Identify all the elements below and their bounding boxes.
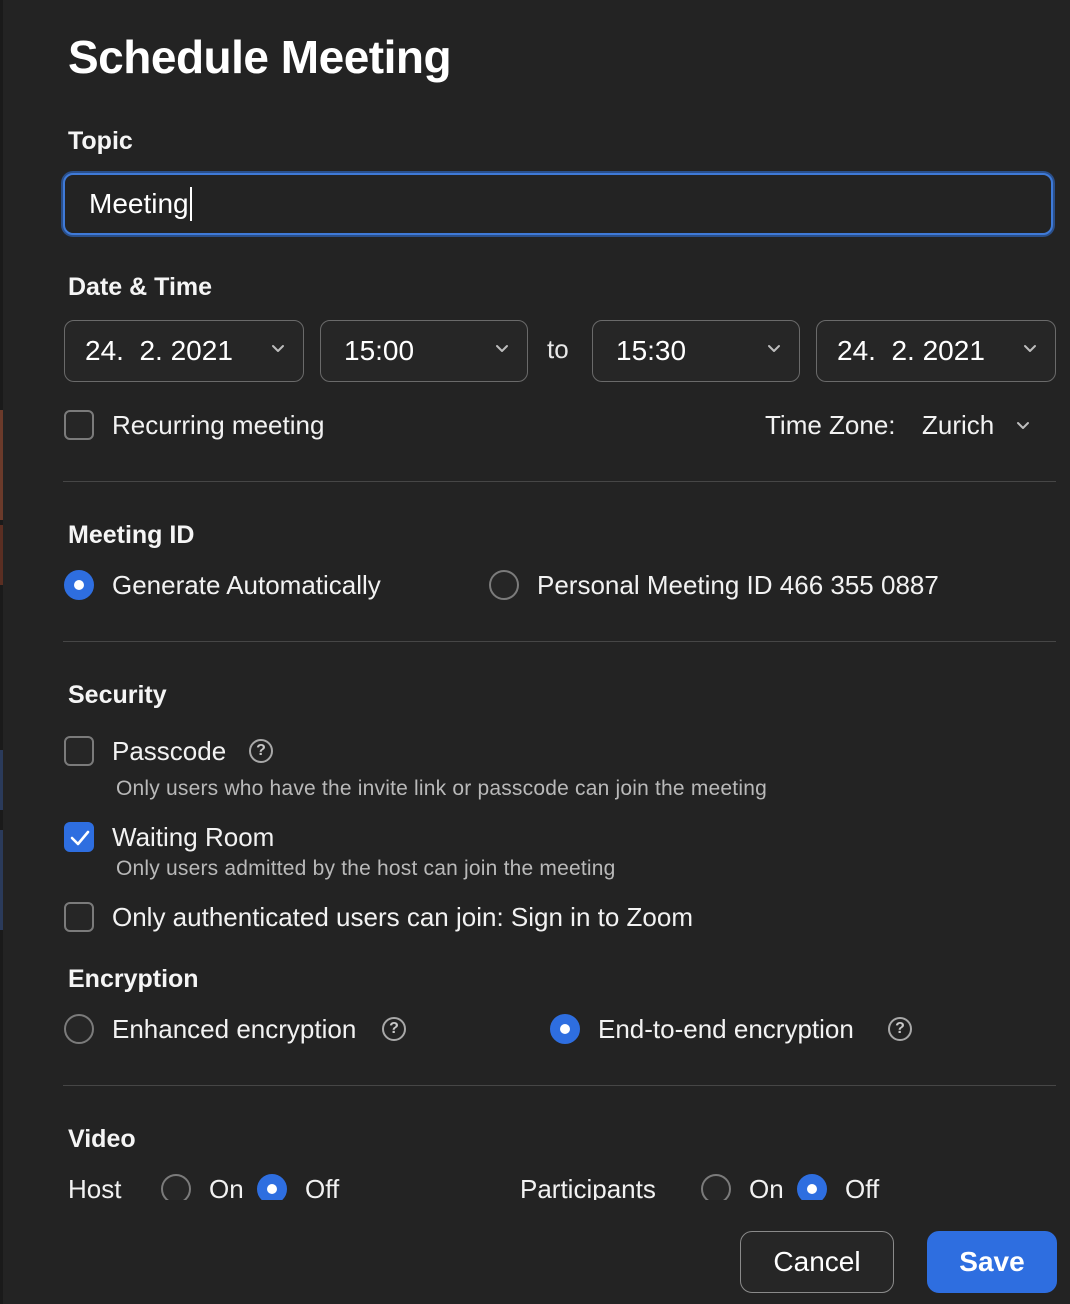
end-time-dropdown[interactable]: 15:30: [592, 320, 800, 382]
participants-video-on-radio[interactable]: [701, 1174, 731, 1200]
background-window-strip: [0, 830, 3, 930]
to-label: to: [547, 334, 569, 364]
start-date-dropdown[interactable]: 24. 2. 2021: [64, 320, 304, 382]
page-title: Schedule Meeting: [68, 31, 452, 83]
save-button[interactable]: Save: [927, 1231, 1057, 1293]
end-to-end-encryption-radio[interactable]: [550, 1014, 580, 1044]
end-time-value: 15:30: [616, 335, 687, 366]
timezone-dropdown[interactable]: Zurich: [922, 410, 994, 441]
participants-video-label: Participants: [520, 1174, 656, 1200]
enhanced-encryption-radio[interactable]: [64, 1014, 94, 1044]
security-label: Security: [68, 681, 167, 709]
generate-automatically-radio[interactable]: [64, 570, 94, 600]
host-video-off-label: Off: [305, 1174, 340, 1200]
enhanced-encryption-label: Enhanced encryption: [112, 1014, 357, 1044]
authenticated-users-checkbox[interactable]: [64, 902, 94, 932]
background-window-strip: [0, 525, 3, 585]
background-window-strip: [0, 750, 3, 810]
video-label: Video: [68, 1125, 136, 1153]
help-circle-icon[interactable]: ?: [249, 739, 273, 763]
passcode-checkbox[interactable]: [64, 736, 94, 766]
passcode-label: Passcode: [112, 736, 227, 766]
checkmark-icon: [70, 830, 90, 846]
date-time-label: Date & Time: [68, 273, 213, 301]
host-video-label: Host: [68, 1174, 122, 1200]
personal-meeting-id-radio[interactable]: [489, 570, 519, 600]
participants-video-off-radio[interactable]: [797, 1174, 827, 1200]
topic-label: Topic: [68, 127, 133, 155]
authenticated-users-label: Only authenticated users can join: Sign …: [112, 902, 693, 932]
timezone-value: Zurich: [922, 410, 995, 440]
host-video-on-radio[interactable]: [161, 1174, 191, 1200]
topic-input[interactable]: Meeting: [63, 173, 1053, 235]
chevron-down-icon: [271, 341, 285, 355]
generate-automatically-label: Generate Automatically: [112, 570, 381, 600]
meeting-id-label: Meeting ID: [68, 521, 195, 549]
video-options-row: Host On Off Participants On Off: [0, 1160, 1070, 1200]
chevron-down-icon: [767, 341, 781, 355]
chevron-down-icon: [1016, 418, 1030, 437]
recurring-meeting-checkbox[interactable]: [64, 410, 94, 440]
passcode-help-text: Only users who have the invite link or p…: [116, 777, 767, 800]
window-left-edge: [0, 0, 3, 1304]
end-date-value: 24. 2. 2021: [837, 335, 985, 366]
schedule-meeting-window: Schedule Meeting Topic Meeting Date & Ti…: [0, 0, 1070, 1304]
divider: [63, 481, 1056, 482]
start-time-dropdown[interactable]: 15:00: [320, 320, 528, 382]
encryption-label: Encryption: [68, 965, 199, 993]
end-date-dropdown[interactable]: 24. 2. 2021: [816, 320, 1056, 382]
recurring-meeting-label: Recurring meeting: [112, 410, 325, 440]
end-to-end-encryption-label: End-to-end encryption: [598, 1014, 854, 1044]
personal-meeting-id-label: Personal Meeting ID 466 355 0887: [537, 570, 939, 600]
divider: [63, 1085, 1056, 1086]
background-window-strip: [0, 410, 3, 520]
waiting-room-help-text: Only users admitted by the host can join…: [116, 857, 616, 880]
start-time-value: 15:00: [344, 335, 415, 366]
help-circle-icon[interactable]: ?: [382, 1017, 406, 1041]
chevron-down-icon: [1023, 341, 1037, 355]
cancel-button[interactable]: Cancel: [740, 1231, 894, 1293]
participants-video-off-label: Off: [845, 1174, 880, 1200]
divider: [63, 641, 1056, 642]
help-circle-icon[interactable]: ?: [888, 1017, 912, 1041]
participants-video-on-label: On: [749, 1174, 784, 1200]
topic-input-value: Meeting: [89, 188, 189, 219]
waiting-room-checkbox[interactable]: [64, 822, 94, 852]
host-video-on-label: On: [209, 1174, 244, 1200]
start-date-value: 24. 2. 2021: [85, 335, 233, 366]
timezone-label: Time Zone:: [765, 410, 896, 440]
text-caret: [189, 187, 192, 221]
host-video-off-radio[interactable]: [257, 1174, 287, 1200]
waiting-room-label: Waiting Room: [112, 822, 275, 852]
chevron-down-icon: [495, 341, 509, 355]
